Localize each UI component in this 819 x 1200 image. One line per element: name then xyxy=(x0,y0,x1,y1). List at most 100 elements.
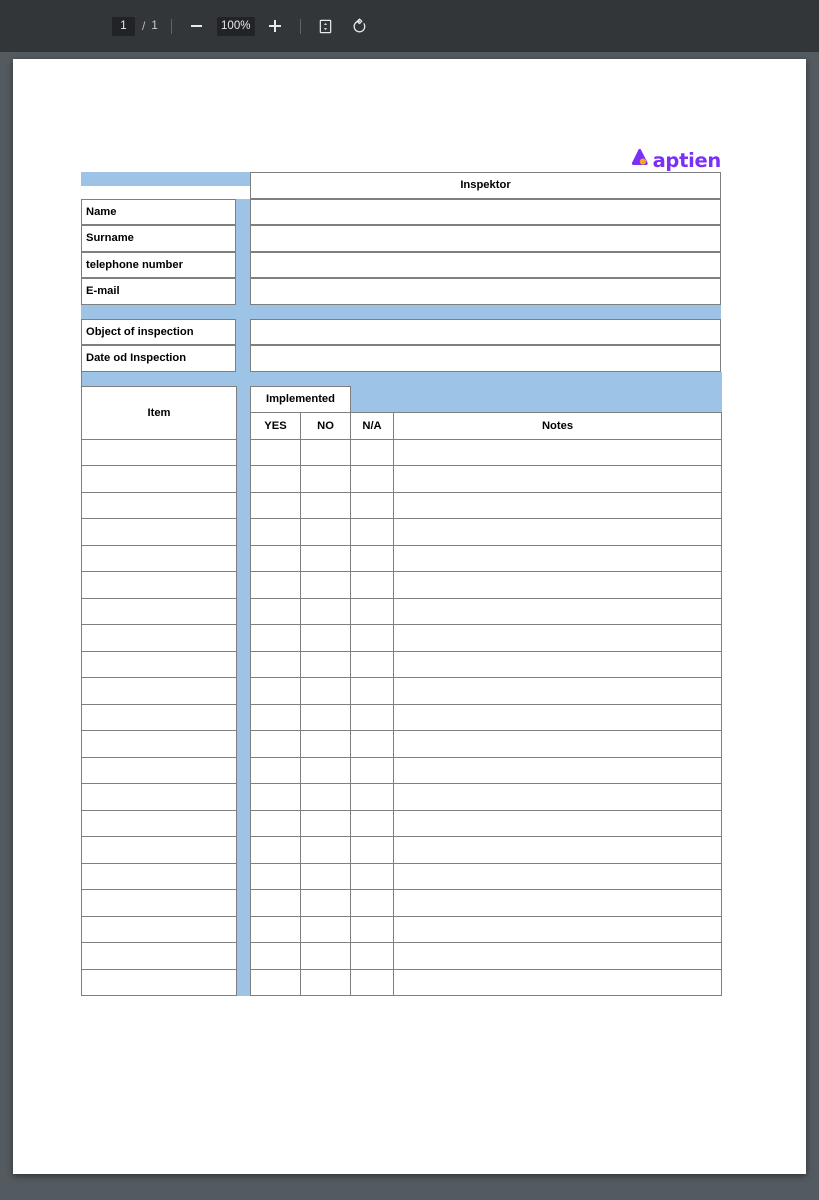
cell-item[interactable] xyxy=(81,783,237,811)
cell-yes[interactable] xyxy=(250,544,301,572)
cell-no[interactable] xyxy=(300,677,351,705)
cell-item[interactable] xyxy=(81,518,237,546)
cell-yes[interactable] xyxy=(250,571,301,599)
cell-item[interactable] xyxy=(81,862,237,890)
cell-notes[interactable] xyxy=(393,862,722,890)
cell-na[interactable] xyxy=(350,783,394,811)
cell-notes[interactable] xyxy=(393,968,722,996)
cell-no[interactable] xyxy=(300,624,351,652)
cell-no[interactable] xyxy=(300,730,351,758)
cell-yes[interactable] xyxy=(250,783,301,811)
cell-notes[interactable] xyxy=(393,650,722,678)
cell-yes[interactable] xyxy=(250,968,301,996)
cell-yes[interactable] xyxy=(250,915,301,943)
cell-yes[interactable] xyxy=(250,942,301,970)
cell-item[interactable] xyxy=(81,544,237,572)
cell-item[interactable] xyxy=(81,438,237,466)
cell-notes[interactable] xyxy=(393,756,722,784)
cell-no[interactable] xyxy=(300,703,351,731)
cell-notes[interactable] xyxy=(393,809,722,837)
cell-yes[interactable] xyxy=(250,809,301,837)
cell-notes[interactable] xyxy=(393,624,722,652)
cell-na[interactable] xyxy=(350,836,394,864)
cell-no[interactable] xyxy=(300,756,351,784)
field-value-telephone-number[interactable] xyxy=(250,251,721,278)
cell-yes[interactable] xyxy=(250,889,301,917)
cell-item[interactable] xyxy=(81,624,237,652)
cell-item[interactable] xyxy=(81,889,237,917)
cell-item[interactable] xyxy=(81,491,237,519)
cell-na[interactable] xyxy=(350,809,394,837)
cell-item[interactable] xyxy=(81,730,237,758)
cell-notes[interactable] xyxy=(393,703,722,731)
zoom-in-button[interactable] xyxy=(263,14,287,38)
field-value-object-of-inspection[interactable] xyxy=(250,318,721,345)
cell-na[interactable] xyxy=(350,677,394,705)
cell-notes[interactable] xyxy=(393,942,722,970)
cell-yes[interactable] xyxy=(250,465,301,493)
cell-na[interactable] xyxy=(350,915,394,943)
cell-notes[interactable] xyxy=(393,783,722,811)
cell-no[interactable] xyxy=(300,968,351,996)
cell-item[interactable] xyxy=(81,703,237,731)
cell-notes[interactable] xyxy=(393,491,722,519)
cell-notes[interactable] xyxy=(393,597,722,625)
cell-no[interactable] xyxy=(300,809,351,837)
cell-notes[interactable] xyxy=(393,677,722,705)
cell-item[interactable] xyxy=(81,677,237,705)
cell-yes[interactable] xyxy=(250,677,301,705)
cell-notes[interactable] xyxy=(393,889,722,917)
cell-notes[interactable] xyxy=(393,730,722,758)
cell-na[interactable] xyxy=(350,730,394,758)
cell-yes[interactable] xyxy=(250,624,301,652)
cell-yes[interactable] xyxy=(250,518,301,546)
cell-item[interactable] xyxy=(81,809,237,837)
cell-no[interactable] xyxy=(300,597,351,625)
cell-no[interactable] xyxy=(300,915,351,943)
zoom-level-display[interactable]: 100% xyxy=(216,16,255,36)
cell-na[interactable] xyxy=(350,465,394,493)
cell-notes[interactable] xyxy=(393,438,722,466)
cell-yes[interactable] xyxy=(250,597,301,625)
cell-na[interactable] xyxy=(350,889,394,917)
cell-item[interactable] xyxy=(81,915,237,943)
field-value-email[interactable] xyxy=(250,278,721,305)
cell-item[interactable] xyxy=(81,465,237,493)
cell-na[interactable] xyxy=(350,650,394,678)
cell-item[interactable] xyxy=(81,756,237,784)
cell-na[interactable] xyxy=(350,942,394,970)
cell-na[interactable] xyxy=(350,438,394,466)
cell-na[interactable] xyxy=(350,597,394,625)
cell-no[interactable] xyxy=(300,491,351,519)
cell-item[interactable] xyxy=(81,968,237,996)
cell-notes[interactable] xyxy=(393,836,722,864)
cell-no[interactable] xyxy=(300,836,351,864)
cell-na[interactable] xyxy=(350,491,394,519)
field-value-surname[interactable] xyxy=(250,225,721,252)
cell-na[interactable] xyxy=(350,518,394,546)
cell-na[interactable] xyxy=(350,571,394,599)
cell-yes[interactable] xyxy=(250,491,301,519)
cell-no[interactable] xyxy=(300,889,351,917)
cell-no[interactable] xyxy=(300,544,351,572)
cell-item[interactable] xyxy=(81,836,237,864)
cell-yes[interactable] xyxy=(250,836,301,864)
cell-notes[interactable] xyxy=(393,518,722,546)
cell-yes[interactable] xyxy=(250,703,301,731)
field-value-date-of-inspection[interactable] xyxy=(250,345,721,372)
rotate-button[interactable] xyxy=(348,14,372,38)
cell-notes[interactable] xyxy=(393,544,722,572)
fit-page-button[interactable] xyxy=(314,14,338,38)
cell-na[interactable] xyxy=(350,544,394,572)
cell-item[interactable] xyxy=(81,942,237,970)
cell-yes[interactable] xyxy=(250,438,301,466)
page-scroll-area[interactable]: aptien Inspektor Name Surname telephone xyxy=(0,52,819,1200)
page-number-input[interactable] xyxy=(112,16,135,36)
cell-no[interactable] xyxy=(300,465,351,493)
cell-na[interactable] xyxy=(350,968,394,996)
cell-notes[interactable] xyxy=(393,571,722,599)
cell-item[interactable] xyxy=(81,571,237,599)
cell-no[interactable] xyxy=(300,862,351,890)
cell-notes[interactable] xyxy=(393,465,722,493)
cell-na[interactable] xyxy=(350,756,394,784)
